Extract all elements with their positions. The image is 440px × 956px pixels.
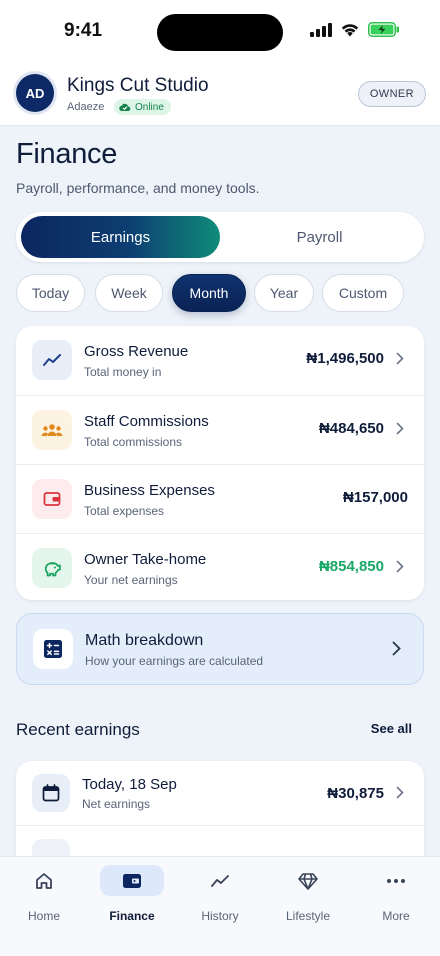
- tab-more[interactable]: More: [356, 865, 436, 935]
- filter-week[interactable]: Week: [95, 274, 163, 312]
- status-icons: [310, 22, 400, 37]
- more-icon: [364, 865, 428, 896]
- team-icon: [32, 410, 72, 450]
- tab-payroll[interactable]: Payroll: [220, 216, 419, 258]
- filter-year[interactable]: Year: [254, 274, 314, 312]
- owner-takehome-value: ₦854,850: [318, 558, 384, 575]
- bottom-tab-bar: Home Finance History Lifestyle More: [0, 856, 440, 956]
- status-bar: 9:41: [0, 0, 440, 64]
- role-badge[interactable]: OWNER: [357, 81, 426, 107]
- page-title: Finance: [16, 138, 118, 170]
- staff-commissions-row[interactable]: Staff Commissions Total commissions ₦484…: [16, 395, 424, 464]
- math-breakdown-card[interactable]: Math breakdown How your earnings are cal…: [16, 613, 424, 685]
- tab-earnings[interactable]: Earnings: [21, 216, 220, 258]
- battery-icon: [368, 22, 399, 37]
- chevron-right-icon: [396, 786, 404, 799]
- filter-custom[interactable]: Custom: [322, 274, 404, 312]
- tab-label: Finance: [109, 909, 155, 923]
- tab-label: Lifestyle: [285, 909, 331, 923]
- owner-name: Adaeze: [67, 101, 105, 113]
- dynamic-island: [157, 14, 283, 51]
- tab-label: More: [382, 909, 410, 923]
- filter-month[interactable]: Month: [172, 274, 246, 312]
- tab-home[interactable]: Home: [4, 865, 84, 935]
- business-name: Kings Cut Studio: [67, 75, 209, 96]
- wallet-icon: [100, 865, 164, 896]
- earnings-payroll-toggle: Earnings Payroll: [16, 212, 424, 262]
- wifi-icon: [341, 24, 359, 37]
- avatar[interactable]: AD: [16, 74, 54, 112]
- row-subtitle: Total commissions: [84, 435, 183, 449]
- recent-earnings-list: Today, 18 Sep Net earnings ₦30,875: [16, 761, 424, 871]
- tab-history[interactable]: History: [180, 865, 260, 935]
- tab-label: History: [201, 909, 239, 923]
- see-all-link[interactable]: See all: [371, 721, 412, 736]
- diamond-icon: [276, 865, 340, 896]
- row-subtitle: Total money in: [84, 365, 162, 379]
- chevron-right-icon: [396, 352, 404, 365]
- row-title: Business Expenses: [84, 482, 215, 499]
- staff-commissions-value: ₦484,650: [318, 420, 384, 437]
- gross-revenue-row[interactable]: Gross Revenue Total money in ₦1,496,500: [16, 326, 424, 395]
- row-subtitle: Total expenses: [84, 504, 165, 518]
- wallet-icon: [32, 479, 72, 519]
- recent-item-date: Today, 18 Sep: [82, 776, 177, 793]
- status-time: 9:41: [64, 20, 103, 41]
- divider: [16, 825, 424, 826]
- filter-today[interactable]: Today: [16, 274, 85, 312]
- trend-up-icon: [32, 340, 72, 380]
- home-icon: [12, 865, 76, 896]
- chevron-right-icon: [392, 641, 401, 656]
- business-expenses-value: ₦157,000: [342, 489, 408, 506]
- piggy-bank-icon: [32, 548, 72, 588]
- row-title: Owner Take-home: [84, 551, 207, 568]
- recent-item-subtitle: Net earnings: [82, 797, 151, 811]
- tab-label: Home: [27, 909, 60, 923]
- chevron-right-icon: [396, 560, 404, 573]
- math-breakdown-subtitle: How your earnings are calculated: [85, 654, 264, 668]
- business-expenses-row: Business Expenses Total expenses ₦157,00…: [16, 464, 424, 533]
- gross-revenue-value: ₦1,496,500: [306, 350, 384, 367]
- owner-takehome-row[interactable]: Owner Take-home Your net earnings ₦854,8…: [16, 533, 424, 602]
- calendar-icon: [32, 774, 70, 812]
- math-breakdown-title: Math breakdown: [85, 632, 204, 649]
- recent-item-value: ₦30,875: [327, 785, 384, 802]
- cloud-check-icon: [119, 103, 131, 112]
- chevron-right-icon: [396, 422, 404, 435]
- earnings-summary-card: Gross Revenue Total money in ₦1,496,500 …: [16, 326, 424, 600]
- row-title: Gross Revenue: [84, 343, 189, 360]
- trend-icon: [188, 865, 252, 896]
- row-subtitle: Your net earnings: [84, 573, 178, 587]
- list-item[interactable]: Today, 18 Sep Net earnings ₦30,875: [16, 761, 424, 825]
- online-label: Online: [135, 101, 164, 113]
- recent-earnings-heading: Recent earnings: [16, 720, 140, 739]
- app-header: AD Kings Cut Studio Adaeze Online OWNER: [0, 64, 440, 126]
- page-subtitle: Payroll, performance, and money tools.: [16, 180, 260, 196]
- online-status-badge: Online: [114, 99, 171, 115]
- row-title: Staff Commissions: [84, 413, 209, 430]
- calculator-icon: [33, 629, 73, 669]
- tab-lifestyle[interactable]: Lifestyle: [268, 865, 348, 935]
- signal-icon: [310, 22, 332, 37]
- tab-finance[interactable]: Finance: [92, 865, 172, 935]
